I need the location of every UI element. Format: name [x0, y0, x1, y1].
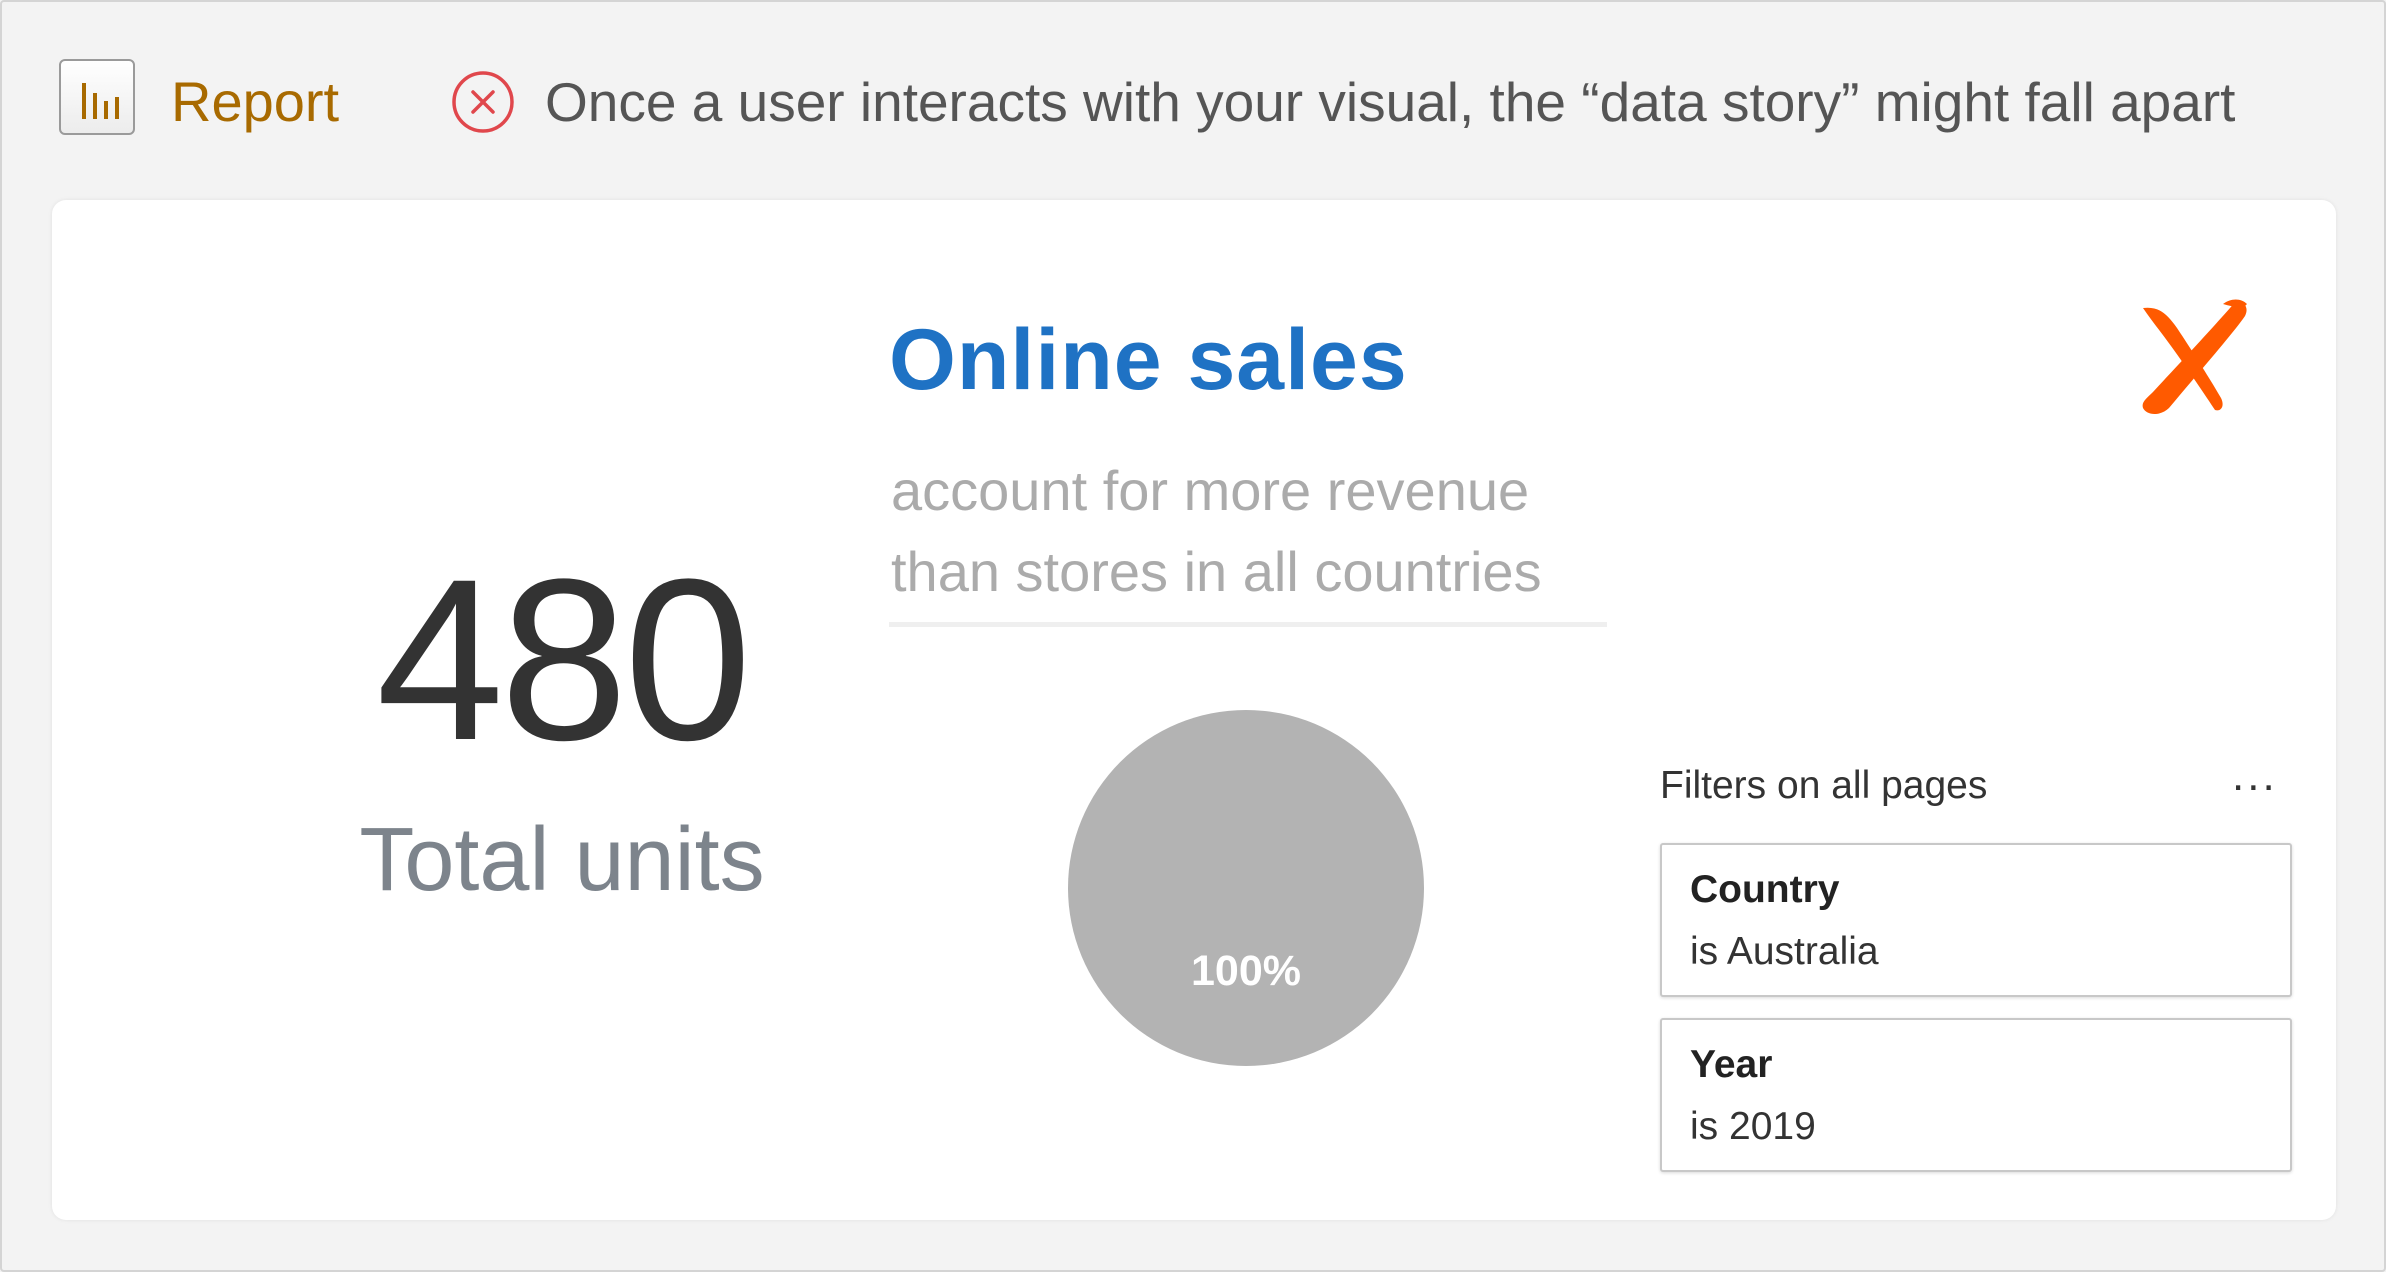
- filter-card-year[interactable]: Year is 2019: [1660, 1018, 2292, 1172]
- more-options-button[interactable]: ...: [2232, 748, 2278, 804]
- pie-chart[interactable]: 100%: [1066, 708, 1426, 1068]
- filter-value: is Australia: [1690, 930, 1879, 973]
- pie-data-label: 100%: [1191, 947, 1301, 995]
- divider: [889, 622, 1607, 627]
- error-circle-x-icon: [451, 70, 515, 134]
- story-subline: account for more revenue than stores in …: [891, 459, 1542, 603]
- red-x-mark-icon: [2142, 299, 2247, 414]
- story-headline: Online sales: [889, 312, 1408, 408]
- report-card: 480 Total units Online sales account for…: [52, 200, 2336, 1220]
- filter-card-country[interactable]: Country is Australia: [1660, 843, 2292, 997]
- filter-name: Country: [1690, 868, 1840, 911]
- pie-slice[interactable]: [1068, 710, 1424, 1066]
- filter-value: is 2019: [1690, 1105, 1816, 1148]
- filters-pane-title: Filters on all pages: [1660, 764, 1988, 807]
- filter-name: Year: [1690, 1043, 1773, 1086]
- kpi-label: Total units: [359, 810, 765, 910]
- bar-chart-icon: [59, 59, 135, 135]
- kpi-value: 480: [376, 531, 752, 788]
- report-label: Report: [171, 70, 340, 133]
- warning-message: Once a user interacts with your visual, …: [545, 71, 2236, 133]
